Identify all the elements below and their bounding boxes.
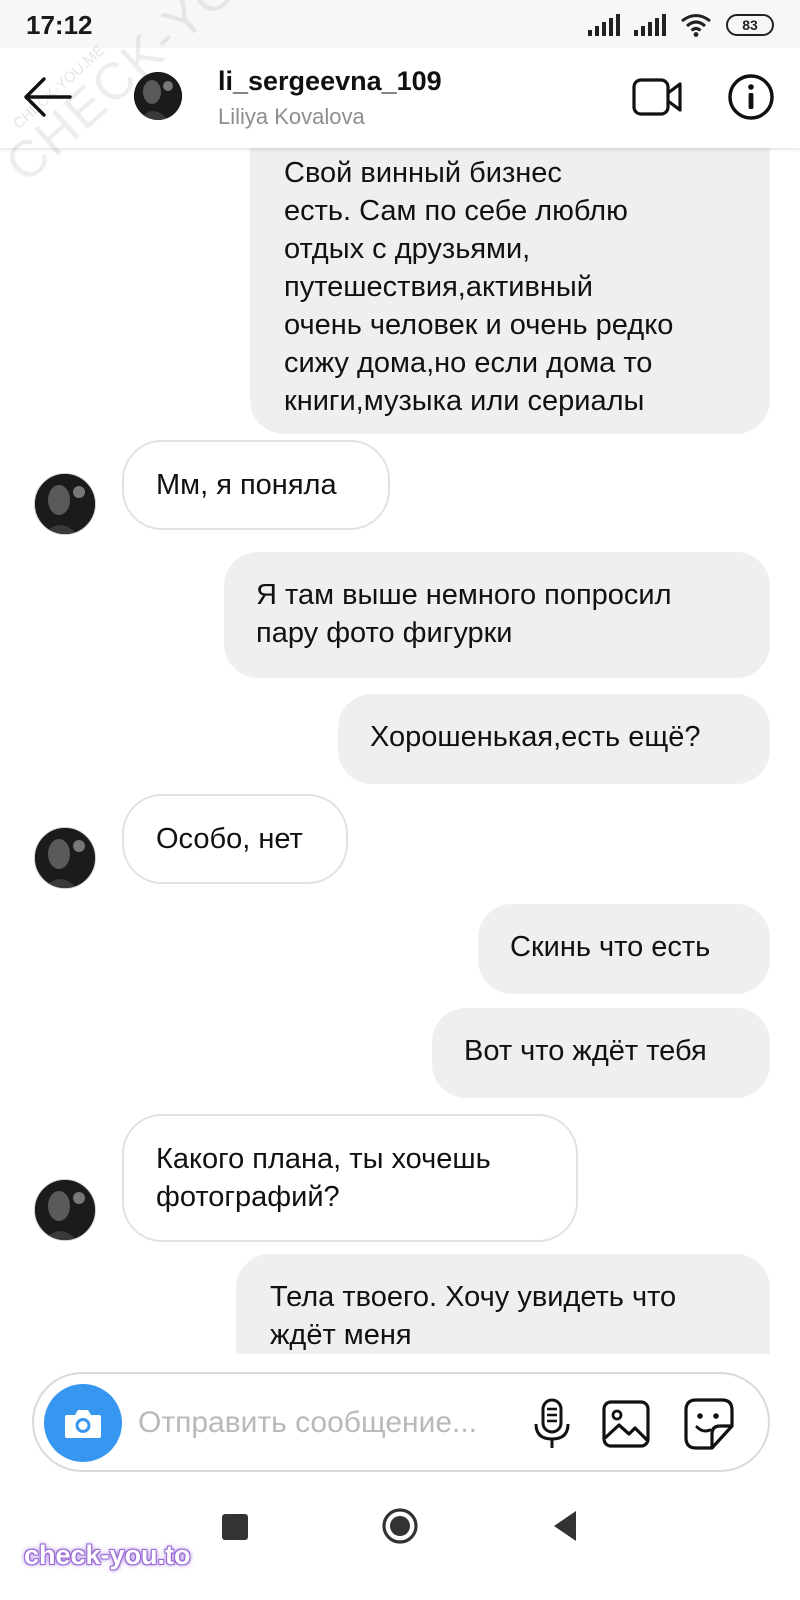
- message-outgoing[interactable]: Тела твоего. Хочу увидеть что ждёт меня: [236, 1254, 770, 1354]
- message-line: пару фото фигурки: [256, 617, 513, 649]
- status-bar: 17:12 83: [0, 0, 800, 48]
- header-username[interactable]: li_sergeevna_109: [218, 66, 442, 97]
- message-outgoing[interactable]: Вот что ждёт тебя: [432, 1008, 770, 1098]
- message-composer: [32, 1372, 770, 1472]
- microphone-button[interactable]: [528, 1398, 576, 1450]
- chat-header: li_sergeevna_109 Liliya Kovalova: [0, 48, 800, 148]
- message-line: Тела твоего. Хочу увидеть что: [270, 1281, 677, 1313]
- message-outgoing[interactable]: Хорошенькая,есть ещё?: [338, 694, 770, 784]
- microphone-icon: [534, 1398, 570, 1448]
- battery-icon: 83: [726, 14, 774, 36]
- sticker-button[interactable]: [682, 1396, 736, 1452]
- camera-icon: [65, 1410, 101, 1438]
- home-circle-icon[interactable]: [380, 1506, 420, 1546]
- status-icons: 83: [588, 12, 774, 38]
- message-input[interactable]: [138, 1400, 548, 1446]
- message-thread[interactable]: Свой винный бизнес есть. Сам по себе люб…: [0, 148, 800, 1354]
- message-outgoing[interactable]: Я там выше немного попросил пару фото фи…: [224, 552, 770, 678]
- gallery-icon: [602, 1400, 650, 1448]
- message-outgoing[interactable]: Свой винный бизнес есть. Сам по себе люб…: [250, 148, 770, 434]
- message-incoming[interactable]: Мм, я поняла: [122, 440, 390, 530]
- signal-icon: [634, 14, 666, 36]
- message-line: Хорошенькая,есть ещё?: [370, 721, 701, 753]
- back-triangle-icon[interactable]: [550, 1508, 580, 1544]
- battery-level: 83: [742, 17, 758, 33]
- avatar[interactable]: [34, 827, 96, 889]
- avatar[interactable]: [134, 72, 182, 120]
- message-line: Свой винный бизнес: [284, 157, 562, 189]
- message-outgoing[interactable]: Скинь что есть: [478, 904, 770, 994]
- message-line: Особо, нет: [156, 823, 303, 855]
- message-line: фотографий?: [156, 1181, 340, 1213]
- status-time: 17:12: [26, 10, 93, 40]
- message-line: Скинь что есть: [510, 931, 711, 963]
- avatar[interactable]: [34, 1179, 96, 1241]
- message-incoming[interactable]: Особо, нет: [122, 794, 348, 884]
- sticker-icon: [684, 1398, 734, 1450]
- message-line: очень человек и очень редко: [284, 309, 674, 341]
- message-line: путешествия,активный: [284, 271, 593, 303]
- watermark-bottom: check-you.to: [24, 1540, 191, 1570]
- message-line: книги,музыка или сериалы: [284, 385, 645, 417]
- avatar[interactable]: [34, 473, 96, 535]
- recents-square-icon[interactable]: [222, 1514, 248, 1540]
- gallery-button[interactable]: [600, 1398, 652, 1450]
- message-line: есть. Сам по себе люблю: [284, 195, 628, 227]
- message-incoming[interactable]: Какого плана, ты хочешь фотографий?: [122, 1114, 578, 1242]
- message-line: Вот что ждёт тебя: [464, 1035, 707, 1067]
- back-arrow-icon: [24, 77, 72, 117]
- message-line: отдых с друзьями,: [284, 233, 531, 265]
- info-icon: [728, 74, 774, 120]
- header-full-name: Liliya Kovalova: [218, 104, 365, 129]
- message-line: Какого плана, ты хочешь: [156, 1143, 491, 1175]
- signal-icon: [588, 14, 620, 36]
- camera-button[interactable]: [44, 1384, 122, 1462]
- info-button[interactable]: [726, 72, 776, 122]
- message-line: ждёт меня: [270, 1319, 412, 1351]
- back-button[interactable]: [18, 72, 76, 122]
- message-line: Я там выше немного попросил: [256, 579, 672, 611]
- message-line: сижу дома,но если дома то: [284, 347, 653, 379]
- wifi-icon: [681, 14, 711, 37]
- message-line: Мм, я поняла: [156, 469, 337, 501]
- video-call-icon: [632, 78, 682, 116]
- video-call-button[interactable]: [632, 76, 684, 120]
